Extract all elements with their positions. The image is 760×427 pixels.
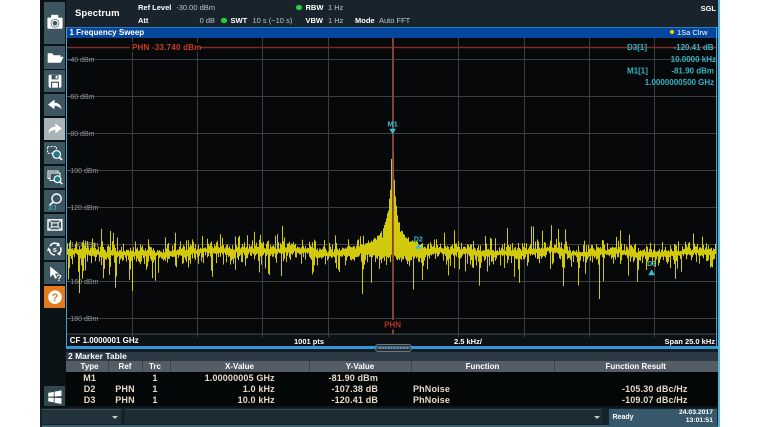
- svg-text:-60 dBm: -60 dBm: [68, 94, 95, 101]
- svg-text:-180 dBm: -180 dBm: [68, 316, 99, 323]
- svg-text:-100 dBm: -100 dBm: [68, 168, 99, 175]
- svg-text:D3[1]: D3[1]: [627, 43, 647, 52]
- svg-text:1.0000000500 GHz: 1.0000000500 GHz: [645, 78, 714, 87]
- svg-text:-160 dBm: -160 dBm: [68, 279, 99, 286]
- svg-text:s: s: [52, 245, 56, 254]
- svg-text:PHN -33.740 dBm: PHN -33.740 dBm: [132, 43, 202, 52]
- svg-text:PHN: PHN: [384, 321, 401, 330]
- svg-text:10.0000 kHz: 10.0000 kHz: [671, 55, 716, 64]
- svg-text:-40 dBm: -40 dBm: [68, 57, 95, 64]
- svg-text:-120 dBm: -120 dBm: [68, 205, 99, 212]
- svg-text:M1[1]: M1[1]: [627, 66, 648, 75]
- svg-text:?: ?: [56, 273, 62, 283]
- svg-text:-80 dBm: -80 dBm: [68, 131, 95, 138]
- svg-text:D2: D2: [414, 236, 423, 243]
- svg-text:-81.90 dBm: -81.90 dBm: [671, 66, 714, 75]
- svg-text:-120.41 dB: -120.41 dB: [673, 43, 713, 52]
- svg-text:?: ?: [51, 292, 58, 304]
- svg-text:M1: M1: [387, 120, 397, 129]
- svg-text:1:1: 1:1: [48, 205, 57, 211]
- svg-text:D3: D3: [647, 261, 656, 268]
